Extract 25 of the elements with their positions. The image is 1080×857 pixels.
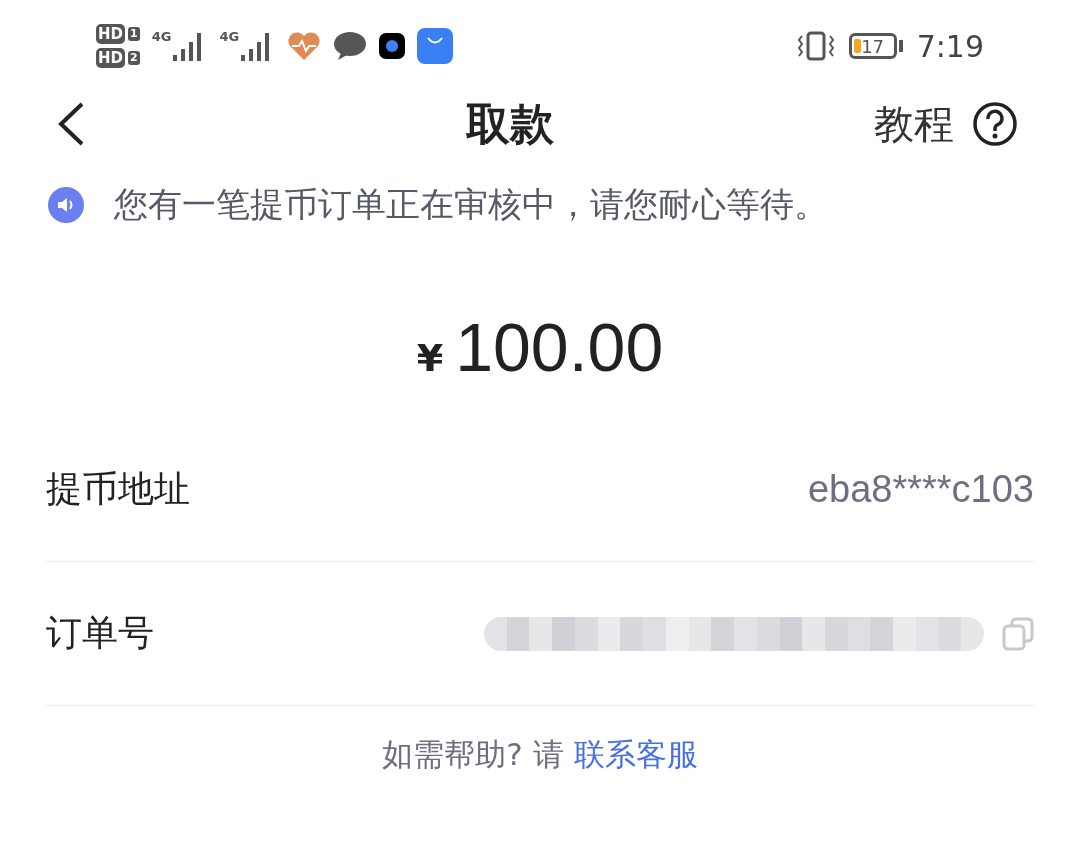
help-icon[interactable] xyxy=(972,101,1018,147)
battery-icon: 17 xyxy=(848,33,897,59)
network-type: 4G xyxy=(151,29,172,44)
sim-badge: HD xyxy=(96,48,125,68)
row-label: 订单号 xyxy=(46,611,154,655)
contact-support-link[interactable]: 联系客服 xyxy=(573,736,698,772)
currency-symbol: ¥ xyxy=(416,336,444,380)
speaker-icon xyxy=(48,187,84,223)
back-icon[interactable] xyxy=(56,102,86,146)
tutorial-link[interactable]: 教程 xyxy=(874,96,954,152)
sim-slot: 1 xyxy=(128,27,140,41)
chat-bubble-icon xyxy=(333,31,368,61)
amount-value: 100.00 xyxy=(455,308,664,386)
clock: 7:19 xyxy=(916,28,984,64)
row-label: 提币地址 xyxy=(46,467,190,511)
network-type: 4G xyxy=(219,29,240,44)
notice-text: 您有一笔提币订单正在审核中，请您耐心等待。 xyxy=(114,183,828,226)
heart-icon xyxy=(287,31,322,61)
sim-slot: 2 xyxy=(128,51,140,65)
sim-badge: HD xyxy=(96,24,125,44)
row-value: eba8****c103 xyxy=(807,468,1034,511)
help-text: 如需帮助? 请 xyxy=(382,736,564,772)
store-icon xyxy=(417,28,454,64)
app-icon xyxy=(379,33,406,59)
page-title: 取款 xyxy=(464,96,555,151)
